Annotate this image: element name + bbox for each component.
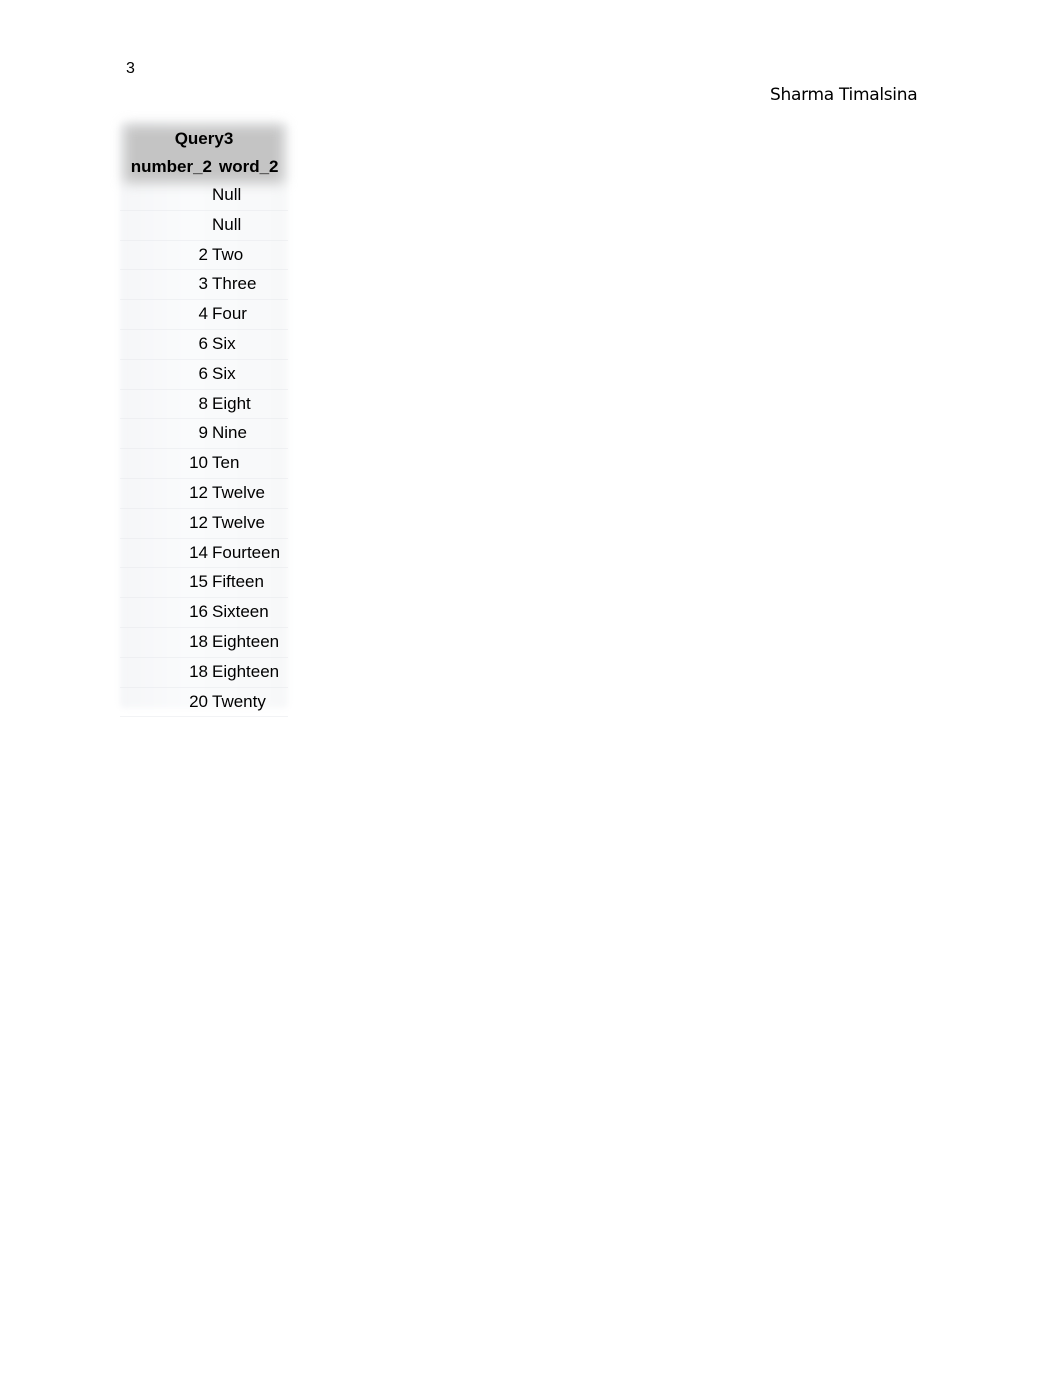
table-row: Null: [120, 181, 288, 211]
table-row: 4 Four: [120, 300, 288, 330]
cell-number: 14: [189, 542, 208, 562]
cell-number: 2: [198, 244, 208, 264]
cell-number: 6: [198, 333, 208, 353]
table-row: 12 Twelve: [120, 509, 288, 539]
cell-word: Sixteen: [212, 602, 269, 622]
cell-word: Six: [212, 363, 236, 383]
table-row: 14 Fourteen: [120, 539, 288, 569]
table-row: 9 Nine: [120, 419, 288, 450]
cell-number: 6: [198, 363, 208, 383]
cell-word: Eighteen: [212, 631, 280, 651]
cell-word: Nine: [212, 423, 247, 443]
cell-word: Four: [212, 304, 247, 324]
query-table: Query3 number_2 word_2 Null Null 2 Two 3 Thre…: [120, 123, 288, 718]
cell-word: Three: [212, 274, 257, 294]
page-number: 3: [126, 60, 135, 77]
column-header-number: number_2: [130, 157, 212, 176]
author-name: Sharma Timalsina: [770, 85, 918, 105]
cell-word: Null: [212, 185, 242, 204]
table-row: Null: [120, 211, 288, 241]
cell-word: Fifteen: [212, 572, 264, 592]
table-row: 2 Two: [120, 241, 288, 271]
cell-number: 4: [198, 304, 208, 324]
cell-number: 12: [189, 482, 208, 502]
cell-word: Eight: [212, 393, 251, 413]
cell-number: [120, 181, 208, 210]
table-row: 15 Fifteen: [120, 568, 288, 599]
cell-number: 16: [189, 602, 208, 622]
cell-word: Six: [212, 333, 236, 353]
cell-number: 3: [198, 274, 208, 294]
cell-word: Twelve: [212, 512, 265, 532]
table-row: 18 Eighteen: [120, 658, 288, 688]
table-row: 12 Twelve: [120, 479, 288, 509]
cell-word: Ten: [212, 453, 240, 473]
table-row: 6 Six: [120, 330, 288, 360]
cell-number: [120, 211, 208, 240]
cell-number: 18: [189, 661, 208, 681]
column-header-word: word_2: [219, 157, 279, 176]
column-headers: number_2 word_2: [120, 153, 288, 181]
cell-word: Twelve: [212, 482, 265, 502]
table-row: 8 Eight: [120, 390, 288, 420]
cell-number: 9: [198, 423, 208, 443]
cell-number: 15: [189, 572, 208, 592]
cell-word: Null: [212, 214, 242, 234]
cell-number: 20: [189, 691, 208, 711]
table-row: 16 Sixteen: [120, 598, 288, 628]
cell-word: Eighteen: [212, 661, 280, 681]
table-row: 3 Three: [120, 270, 288, 301]
cell-number: 12: [189, 512, 208, 532]
table-row: 6 Six: [120, 360, 288, 390]
table-title: Query3: [174, 129, 234, 148]
table-row: 20 Twenty: [120, 688, 288, 718]
cell-number: 10: [189, 453, 208, 473]
table-row: 18 Eighteen: [120, 628, 288, 658]
table-body: Null Null 2 Two 3 Three 4 Four 6 Six 6 Six 8 Eight 9 Ni…: [120, 181, 288, 718]
cell-word: Two: [212, 244, 244, 264]
cell-word: Twenty: [212, 691, 266, 711]
table-row: 10 Ten: [120, 449, 288, 479]
cell-number: 8: [198, 393, 208, 413]
cell-word: Fourteen: [212, 542, 281, 562]
cell-number: 18: [189, 631, 208, 651]
